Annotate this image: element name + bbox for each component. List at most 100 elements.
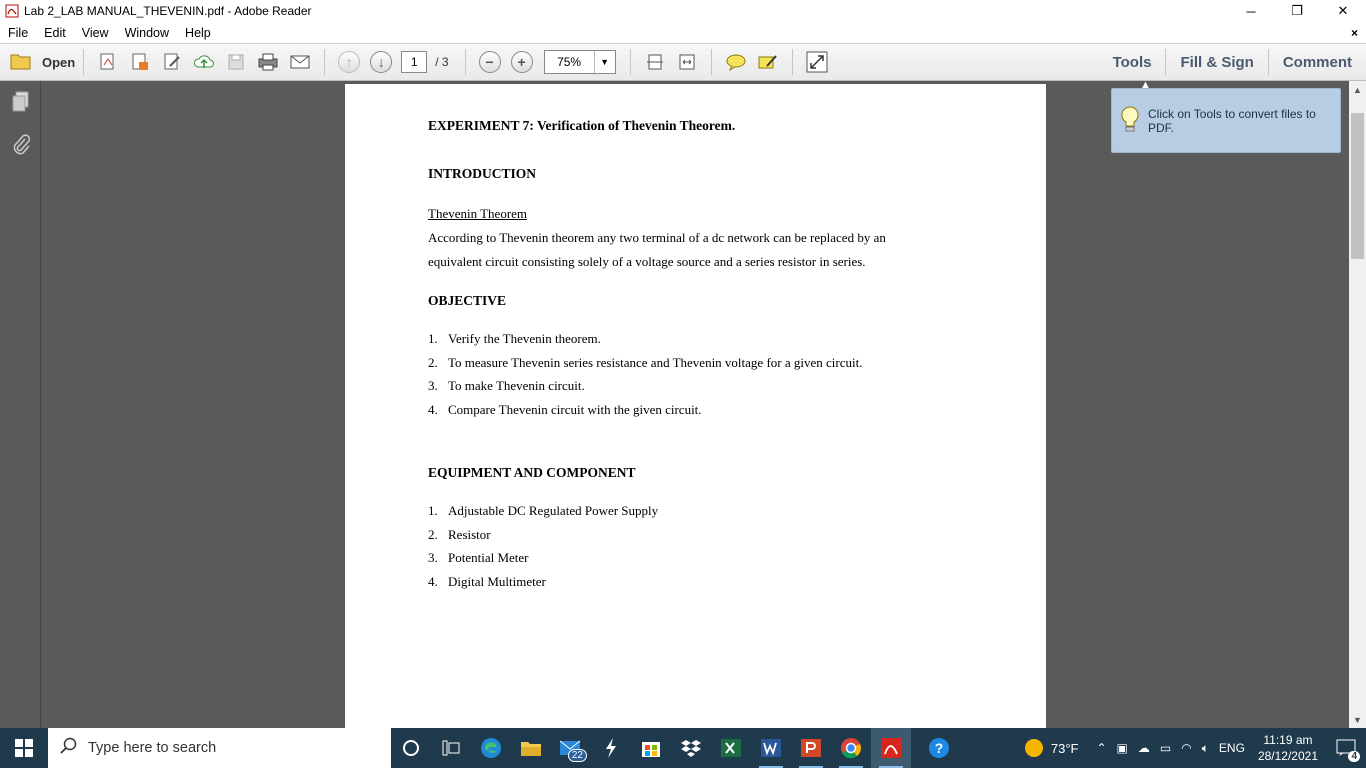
- theorem-text-line-2: equivalent circuit consisting solely of …: [428, 254, 866, 269]
- page-number-input[interactable]: 1: [401, 51, 428, 73]
- menu-help[interactable]: Help: [177, 26, 219, 40]
- minimize-button[interactable]: ─: [1228, 0, 1274, 22]
- speaker-icon[interactable]: 🔈︎: [1197, 741, 1214, 756]
- battery-icon[interactable]: ▭: [1155, 741, 1176, 755]
- clock-time: 11:19 am: [1263, 733, 1313, 747]
- plus-icon: +: [510, 51, 533, 73]
- document-viewer[interactable]: EXPERIMENT 7: Verification of Thevenin T…: [41, 81, 1349, 728]
- next-page-button[interactable]: ↓: [367, 48, 395, 76]
- create-pdf-icon[interactable]: [94, 48, 122, 76]
- close-button[interactable]: ✕: [1320, 0, 1366, 22]
- menu-window[interactable]: Window: [117, 26, 177, 40]
- list-item: 2. Resistor: [428, 527, 491, 542]
- app-lightning-icon[interactable]: [591, 728, 631, 768]
- store-icon[interactable]: [631, 728, 671, 768]
- fit-page-icon[interactable]: [641, 48, 669, 76]
- scroll-down-icon[interactable]: ▼: [1349, 711, 1366, 728]
- caret-up-icon: ▲: [1140, 79, 1151, 91]
- save-icon[interactable]: [222, 48, 250, 76]
- edit-pdf-icon[interactable]: [158, 48, 186, 76]
- list-item: 4. Compare Thevenin circuit with the give…: [428, 402, 702, 417]
- fit-width-icon[interactable]: [673, 48, 701, 76]
- toolbar-divider: [83, 49, 85, 75]
- fill-sign-pane-button[interactable]: Fill & Sign: [1166, 44, 1267, 80]
- edge-icon[interactable]: [471, 728, 511, 768]
- taskbar-search-box[interactable]: Type here to search: [48, 728, 391, 768]
- introduction-heading: INTRODUCTION: [428, 166, 537, 181]
- adobe-reader-app-icon: [4, 3, 20, 19]
- list-item: 3. To make Thevenin circuit.: [428, 378, 585, 393]
- help-icon[interactable]: ?: [919, 728, 959, 768]
- attachments-button[interactable]: [0, 123, 41, 165]
- onedrive-icon[interactable]: ☁: [1133, 741, 1155, 755]
- clock[interactable]: 11:19 am 28/12/2021: [1250, 732, 1326, 764]
- previous-page-button[interactable]: ↑: [335, 48, 363, 76]
- minus-icon: −: [478, 51, 501, 73]
- open-button[interactable]: Open: [10, 52, 75, 73]
- page-total: / 3: [435, 55, 449, 69]
- menu-file[interactable]: File: [0, 26, 36, 40]
- objective-heading: OBJECTIVE: [428, 293, 507, 308]
- restore-button[interactable]: ❐: [1274, 0, 1320, 22]
- print-icon[interactable]: [254, 48, 282, 76]
- close-document-button[interactable]: ×: [1351, 26, 1358, 40]
- chevron-down-icon: ▼: [600, 57, 610, 67]
- menu-bar: File Edit View Window Help ×: [0, 22, 1366, 43]
- menu-view[interactable]: View: [74, 26, 117, 40]
- dropbox-icon[interactable]: [671, 728, 711, 768]
- comment-pane-button[interactable]: Comment: [1269, 44, 1366, 80]
- powerpoint-icon[interactable]: [791, 728, 831, 768]
- pdf-page: EXPERIMENT 7: Verification of Thevenin T…: [345, 84, 1046, 728]
- toolbar-divider: [464, 49, 466, 75]
- theorem-heading: Thevenin Theorem: [428, 206, 528, 221]
- zoom-in-button[interactable]: +: [508, 48, 536, 76]
- sun-icon: [1024, 739, 1043, 757]
- word-icon[interactable]: [751, 728, 791, 768]
- mail-badge: 22: [567, 749, 587, 762]
- windows-taskbar: Type here to search 22 ? 73°F ⌃ ▣ ☁ ▭ ◠ …: [0, 728, 1366, 768]
- zoom-select[interactable]: 75% ▼: [543, 50, 616, 74]
- language-indicator[interactable]: ENG: [1214, 741, 1250, 755]
- meet-now-icon[interactable]: ▣: [1112, 741, 1133, 755]
- vertical-scrollbar[interactable]: ▲ ▼: [1349, 81, 1366, 728]
- lightbulb-icon: [1120, 105, 1140, 136]
- mail-icon[interactable]: 22: [551, 728, 591, 768]
- tools-tip-popup[interactable]: ▲ Click on Tools to convert files to PDF…: [1111, 79, 1341, 153]
- export-pdf-icon[interactable]: [126, 48, 154, 76]
- chrome-icon[interactable]: [831, 728, 871, 768]
- notification-count: 4: [1348, 751, 1360, 762]
- toolbar-divider: [791, 49, 793, 75]
- excel-icon[interactable]: [711, 728, 751, 768]
- toolbar-divider: [710, 49, 712, 75]
- tooltip-text: Click on Tools to convert files to PDF.: [1148, 106, 1316, 135]
- sticky-note-icon[interactable]: [722, 48, 750, 76]
- open-label: Open: [42, 54, 76, 70]
- email-icon[interactable]: [286, 48, 314, 76]
- tools-pane-button[interactable]: Tools: [1099, 44, 1166, 80]
- highlight-text-icon[interactable]: [754, 48, 782, 76]
- adobe-reader-taskbar-icon[interactable]: [871, 728, 911, 768]
- fullscreen-icon[interactable]: [803, 48, 831, 76]
- page-thumbnails-button[interactable]: [0, 81, 41, 123]
- start-button[interactable]: [0, 728, 48, 768]
- toolbar-divider: [324, 49, 326, 75]
- notification-center-button[interactable]: 4: [1326, 728, 1366, 768]
- wifi-icon[interactable]: ◠: [1176, 741, 1196, 755]
- file-explorer-icon[interactable]: [511, 728, 551, 768]
- equipment-heading: EQUIPMENT AND COMPONENT: [428, 465, 636, 480]
- search-icon: [60, 737, 78, 759]
- toolbar-divider: [629, 49, 631, 75]
- pages-icon: [12, 91, 28, 112]
- zoom-value: 75%: [545, 51, 595, 73]
- svg-text:?: ?: [935, 740, 944, 756]
- scroll-up-icon[interactable]: ▲: [1349, 81, 1366, 98]
- chevron-up-icon[interactable]: ⌃: [1091, 741, 1111, 755]
- menu-edit[interactable]: Edit: [36, 26, 74, 40]
- task-view-icon[interactable]: [431, 728, 471, 768]
- zoom-out-button[interactable]: −: [476, 48, 504, 76]
- upload-cloud-icon[interactable]: [190, 48, 218, 76]
- cortana-icon[interactable]: [391, 728, 431, 768]
- scrollbar-thumb[interactable]: [1351, 113, 1364, 259]
- window-title: Lab 2_LAB MANUAL_THEVENIN.pdf - Adobe Re…: [24, 4, 312, 18]
- weather-widget[interactable]: 73°F: [1020, 739, 1084, 757]
